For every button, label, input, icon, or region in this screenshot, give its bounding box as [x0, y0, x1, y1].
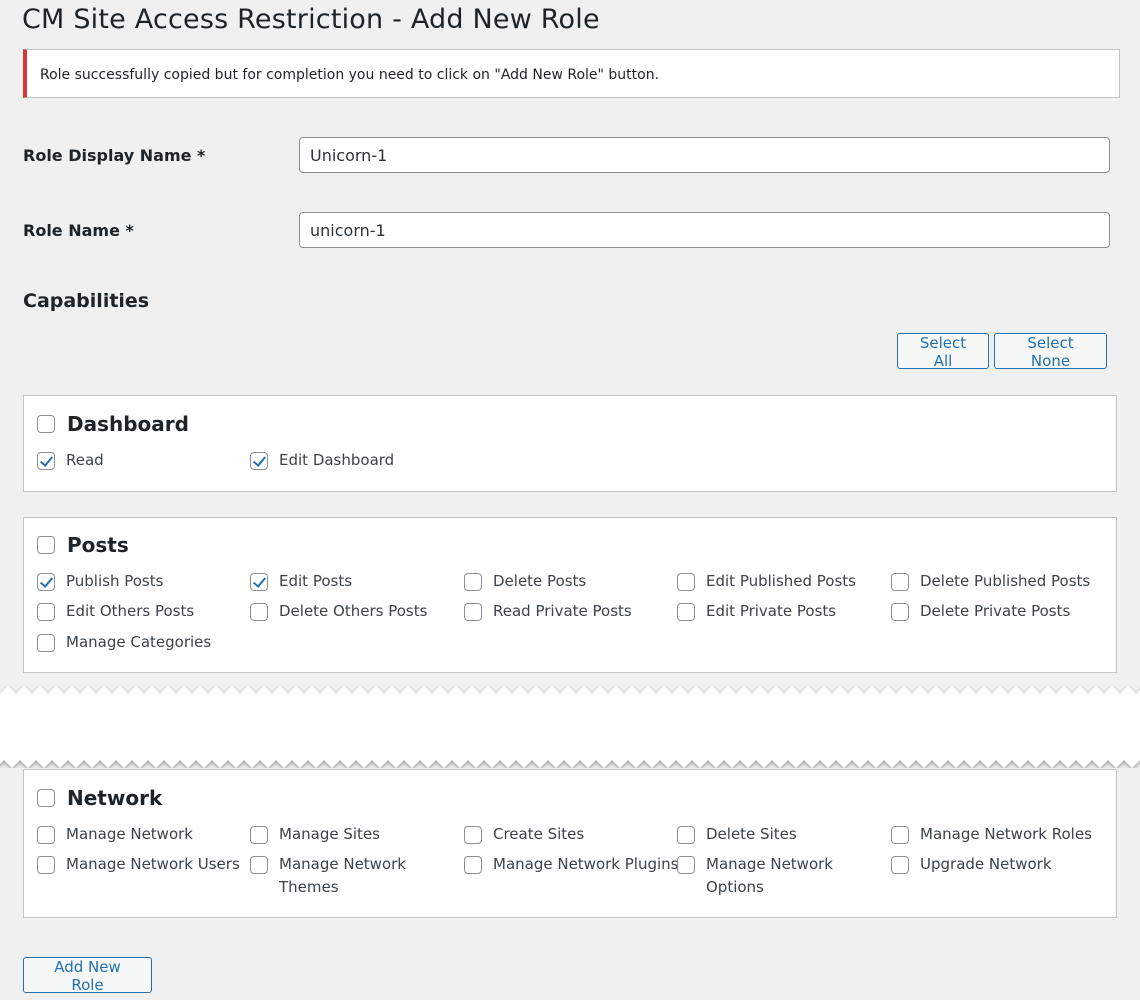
- capability-checkbox[interactable]: [37, 856, 55, 874]
- group-header-dashboard[interactable]: Dashboard: [37, 412, 189, 436]
- capability-item[interactable]: Manage Categories: [37, 633, 247, 654]
- capability-item[interactable]: Manage Network Users: [37, 855, 247, 876]
- add-new-role-button[interactable]: Add New Role: [23, 957, 152, 994]
- capability-label: Edit Posts: [279, 572, 353, 590]
- group-checkbox-network[interactable]: [37, 789, 55, 807]
- add-role-page: CM Site Access Restriction - Add New Rol…: [0, 0, 1140, 1000]
- capability-label: Edit Others Posts: [66, 602, 195, 620]
- capability-label: Read Private Posts: [493, 602, 632, 620]
- group-label-posts: Posts: [67, 533, 129, 557]
- capability-label: Delete Private Posts: [920, 602, 1071, 620]
- capability-checkbox[interactable]: [464, 573, 482, 591]
- capability-checkbox[interactable]: [250, 573, 268, 591]
- capability-checkbox[interactable]: [37, 634, 55, 652]
- capability-checkbox[interactable]: [891, 856, 909, 874]
- capability-item[interactable]: Create Sites: [464, 825, 674, 846]
- role-display-name-input[interactable]: [299, 137, 1110, 173]
- notice-text: Role successfully copied but for complet…: [40, 67, 660, 83]
- capability-label: Manage Network: [66, 825, 193, 843]
- capability-checkbox[interactable]: [677, 856, 695, 874]
- capability-checkbox[interactable]: [37, 603, 55, 621]
- capability-checkbox[interactable]: [250, 603, 268, 621]
- capability-label: Publish Posts: [66, 572, 164, 590]
- capability-label: Manage Network Options: [706, 855, 833, 896]
- group-label-network: Network: [67, 786, 163, 810]
- select-all-button[interactable]: Select All: [897, 333, 989, 370]
- capability-item[interactable]: Read: [37, 451, 247, 472]
- capability-item[interactable]: Manage Sites: [250, 825, 460, 846]
- capability-label: Manage Categories: [66, 633, 212, 651]
- capability-item[interactable]: Manage Network Themes: [250, 855, 435, 899]
- capability-checkbox[interactable]: [891, 603, 909, 621]
- capability-item[interactable]: Manage Network: [37, 825, 247, 846]
- capability-label: Delete Published Posts: [920, 572, 1091, 590]
- capability-item[interactable]: Delete Private Posts: [891, 602, 1101, 623]
- capability-item[interactable]: Edit Published Posts: [677, 572, 887, 593]
- capability-label: Read: [66, 451, 104, 469]
- capability-label: Delete Others Posts: [279, 602, 428, 620]
- capability-label: Edit Dashboard: [279, 451, 395, 469]
- notice-banner: Role successfully copied but for complet…: [23, 49, 1120, 98]
- capability-label: Delete Sites: [706, 825, 797, 843]
- capability-item[interactable]: Edit Private Posts: [677, 602, 887, 623]
- capability-item[interactable]: Manage Network Roles: [891, 825, 1116, 846]
- capability-item[interactable]: Upgrade Network: [891, 855, 1101, 876]
- capability-label: Delete Posts: [493, 572, 587, 590]
- capability-item[interactable]: Manage Network Options: [677, 855, 862, 899]
- capability-item[interactable]: Delete Published Posts: [891, 572, 1101, 593]
- role-display-name-label: Role Display Name *: [23, 146, 206, 165]
- capability-label: Manage Network Plugins: [493, 855, 679, 873]
- capability-checkbox[interactable]: [464, 603, 482, 621]
- capability-label: Create Sites: [493, 825, 585, 843]
- capability-item[interactable]: Edit Dashboard: [250, 451, 460, 472]
- capability-checkbox[interactable]: [891, 573, 909, 591]
- page-break-tear: [0, 686, 1140, 768]
- capability-label: Manage Network Roles: [920, 825, 1092, 843]
- group-header-network[interactable]: Network: [37, 786, 162, 810]
- capability-checkbox[interactable]: [250, 856, 268, 874]
- capability-checkbox[interactable]: [464, 856, 482, 874]
- capability-checkbox[interactable]: [677, 603, 695, 621]
- group-header-posts[interactable]: Posts: [37, 533, 129, 557]
- role-name-input[interactable]: [299, 212, 1110, 248]
- capability-item[interactable]: Manage Network Plugins: [464, 855, 684, 876]
- capability-label: Manage Network Themes: [279, 855, 406, 896]
- capability-checkbox[interactable]: [250, 826, 268, 844]
- capability-checkbox[interactable]: [37, 826, 55, 844]
- capability-checkbox[interactable]: [37, 573, 55, 591]
- group-checkbox-dashboard[interactable]: [37, 415, 55, 433]
- capability-checkbox[interactable]: [677, 573, 695, 591]
- capability-group-dashboard: Dashboard Read Edit Dashboard: [23, 395, 1117, 492]
- capability-label: Manage Sites: [279, 825, 380, 843]
- capability-group-posts: Posts Publish Posts Edit Posts Delete Po…: [23, 517, 1117, 673]
- capability-label: Edit Private Posts: [706, 602, 837, 620]
- capability-label: Edit Published Posts: [706, 572, 856, 590]
- capability-item[interactable]: Read Private Posts: [464, 602, 674, 623]
- capability-item[interactable]: Delete Posts: [464, 572, 674, 593]
- capability-group-network: Network Manage Network Manage Sites Crea…: [23, 769, 1117, 918]
- role-name-label: Role Name *: [23, 221, 134, 240]
- capability-label: Upgrade Network: [920, 855, 1052, 873]
- capability-item[interactable]: Delete Sites: [677, 825, 887, 846]
- capability-checkbox[interactable]: [37, 452, 55, 470]
- capabilities-heading: Capabilities: [23, 290, 150, 312]
- select-none-button[interactable]: Select None: [994, 333, 1107, 370]
- capability-item[interactable]: Edit Posts: [250, 572, 460, 593]
- capability-item[interactable]: Edit Others Posts: [37, 602, 247, 623]
- capability-checkbox[interactable]: [891, 826, 909, 844]
- capability-checkbox[interactable]: [250, 452, 268, 470]
- capability-checkbox[interactable]: [464, 826, 482, 844]
- group-label-dashboard: Dashboard: [67, 412, 189, 436]
- capability-label: Manage Network Users: [66, 855, 240, 873]
- capability-checkbox[interactable]: [677, 826, 695, 844]
- capability-item[interactable]: Publish Posts: [37, 572, 247, 593]
- capability-item[interactable]: Delete Others Posts: [250, 602, 460, 623]
- page-title: CM Site Access Restriction - Add New Rol…: [22, 4, 600, 35]
- group-checkbox-posts[interactable]: [37, 536, 55, 554]
